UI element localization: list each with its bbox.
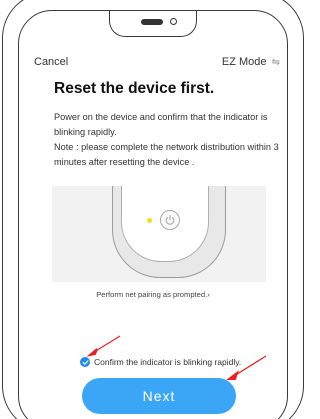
- annotation-arrows: [86, 335, 267, 380]
- arrow-to-checkbox-icon: [86, 335, 121, 357]
- arrow-to-next-button-icon: [226, 355, 267, 380]
